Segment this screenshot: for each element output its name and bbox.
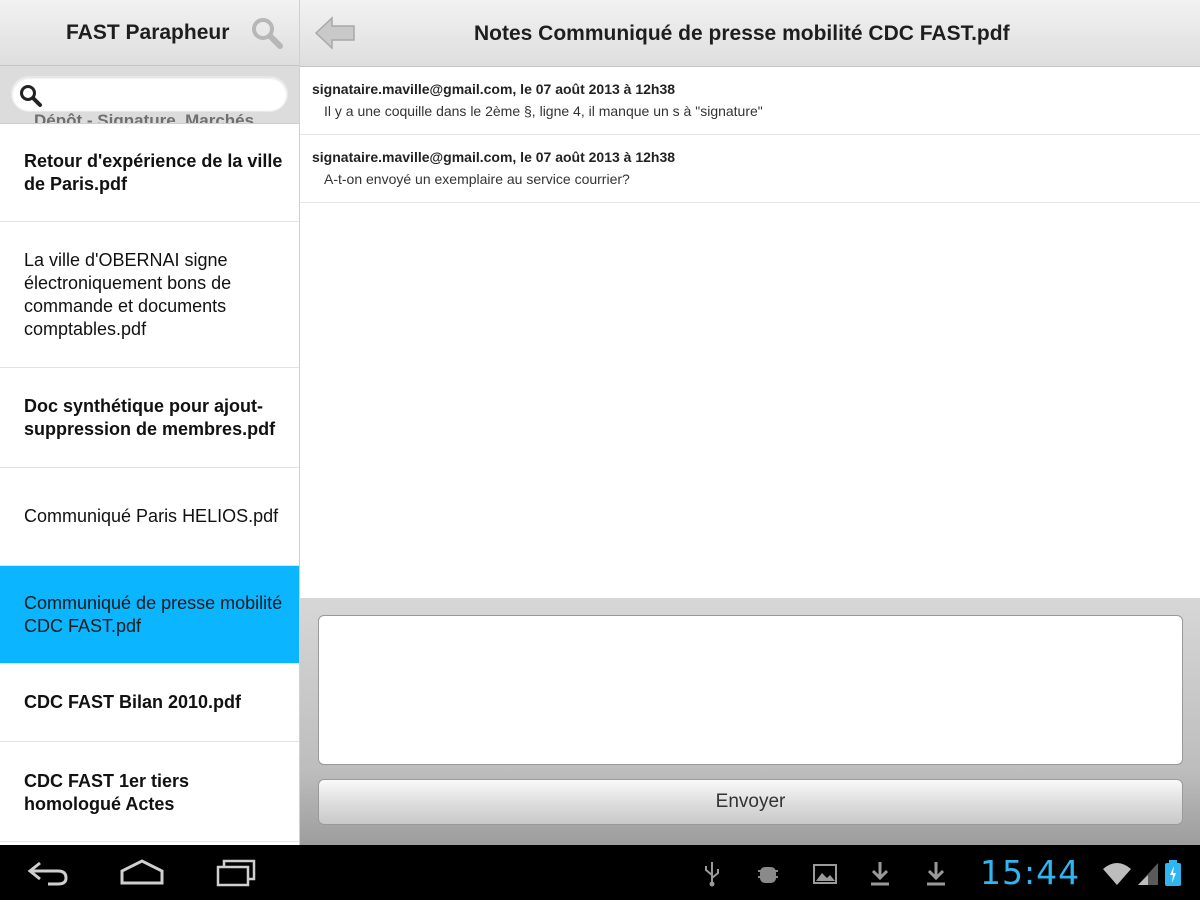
- wifi-icon: [1102, 859, 1132, 887]
- system-bar: 15:44: [0, 845, 1200, 900]
- note-text: A-t-on envoyé un exemplaire au service c…: [324, 171, 630, 187]
- list-item-label: Communiqué de presse mobilité CDC FAST.p…: [24, 592, 283, 636]
- list-item[interactable]: La ville d'OBERNAI signe électroniquemen…: [0, 222, 299, 368]
- back-arrow-icon[interactable]: [314, 14, 356, 52]
- search-icon: [18, 83, 44, 109]
- signal-icon: [1136, 859, 1160, 887]
- search-icon[interactable]: [250, 16, 284, 50]
- list-item[interactable]: CDC FAST Bilan 2010.pdf: [0, 664, 299, 742]
- list-item[interactable]: CDC FAST 1er tiers homologué Actes: [0, 742, 299, 842]
- note-item: signataire.maville@gmail.com, le 07 août…: [300, 135, 1200, 203]
- search-input[interactable]: [54, 83, 279, 107]
- note-author-date: signataire.maville@gmail.com, le 07 août…: [312, 81, 676, 97]
- search-bar: Dépôt - Signature, Marchés: [0, 66, 299, 124]
- home-icon[interactable]: [118, 857, 166, 887]
- clock: 15:44: [980, 853, 1081, 892]
- note-input[interactable]: [318, 615, 1183, 765]
- debug-icon: [754, 859, 782, 887]
- app-title: FAST Parapheur: [66, 21, 230, 44]
- list-item[interactable]: Doc synthétique pour ajout-suppression d…: [0, 368, 299, 468]
- notes-list: signataire.maville@gmail.com, le 07 août…: [300, 67, 1200, 203]
- list-item-peek: Dépôt - Signature, Marchés: [34, 111, 255, 124]
- list-item-label: Doc synthétique pour ajout-suppression d…: [24, 395, 276, 439]
- image-icon: [812, 859, 838, 887]
- download-icon: [924, 859, 948, 887]
- note-item: signataire.maville@gmail.com, le 07 août…: [300, 67, 1200, 135]
- usb-icon: [702, 859, 722, 887]
- list-item-selected[interactable]: Communiqué de presse mobilité CDC FAST.p…: [0, 566, 299, 664]
- document-list: Retour d'expérience de la ville de Paris…: [0, 124, 299, 842]
- document-list-pane: FAST Parapheur Dépôt - Signature, Marché…: [0, 0, 300, 845]
- list-item[interactable]: Communiqué Paris HELIOS.pdf: [0, 468, 299, 566]
- list-item-label: Retour d'expérience de la ville de Paris…: [24, 150, 283, 194]
- page-title: Notes Communiqué de presse mobilité CDC …: [474, 22, 1010, 45]
- send-button[interactable]: Envoyer: [318, 779, 1183, 825]
- search-field[interactable]: [11, 76, 288, 112]
- list-item-label: CDC FAST Bilan 2010.pdf: [24, 692, 242, 712]
- notes-pane: Notes Communiqué de presse mobilité CDC …: [300, 0, 1200, 845]
- compose-area: Envoyer: [300, 598, 1200, 845]
- back-icon[interactable]: [26, 857, 70, 887]
- right-header: Notes Communiqué de presse mobilité CDC …: [300, 0, 1200, 67]
- left-header: FAST Parapheur: [0, 0, 299, 66]
- battery-icon: [1164, 859, 1182, 887]
- list-item[interactable]: Retour d'expérience de la ville de Paris…: [0, 124, 299, 222]
- note-text: Il y a une coquille dans le 2ème §, lign…: [324, 103, 763, 119]
- note-author-date: signataire.maville@gmail.com, le 07 août…: [312, 149, 676, 165]
- download-icon: [868, 859, 892, 887]
- recent-apps-icon[interactable]: [214, 857, 258, 887]
- list-item-label: CDC FAST 1er tiers homologué Actes: [24, 771, 190, 814]
- list-item-label: Communiqué Paris HELIOS.pdf: [24, 506, 279, 526]
- list-item-label: La ville d'OBERNAI signe électroniquemen…: [24, 249, 232, 339]
